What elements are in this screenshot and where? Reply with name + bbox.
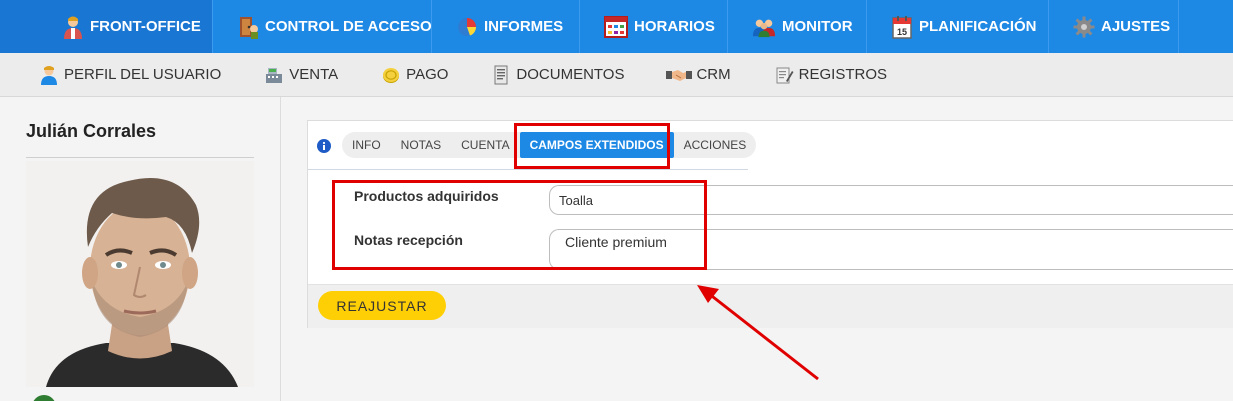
topnav-label: FRONT-OFFICE bbox=[90, 18, 201, 35]
handshake-icon bbox=[666, 64, 693, 86]
profile-sidebar: Julián Corrales bbox=[0, 97, 281, 401]
pie-chart-icon bbox=[456, 15, 478, 39]
topnav-informes[interactable]: INFORMES bbox=[432, 0, 580, 53]
avatar bbox=[26, 161, 254, 387]
subnav-label: CRM bbox=[696, 66, 731, 83]
topnav-label: CONTROL DE ACCESO bbox=[265, 18, 432, 35]
subnav-pago[interactable]: PAGO bbox=[380, 64, 448, 86]
tab-notas[interactable]: NOTAS bbox=[391, 132, 451, 158]
front-office-user-icon bbox=[62, 15, 84, 39]
topnav-planificacion[interactable]: 15 PLANIFICACIÓN bbox=[867, 0, 1049, 53]
document-icon bbox=[490, 64, 512, 86]
subnav-documentos[interactable]: DOCUMENTOS bbox=[490, 64, 624, 86]
user-profile-icon bbox=[38, 64, 60, 86]
topnav-label: AJUSTES bbox=[1101, 18, 1171, 35]
coin-icon bbox=[380, 64, 402, 86]
tab-campos-extendidos[interactable]: CAMPOS EXTENDIDOS bbox=[519, 132, 674, 158]
subnav-label: PAGO bbox=[406, 66, 449, 83]
top-navigation: FRONT-OFFICE CONTROL DE ACCESO INFORMES … bbox=[0, 0, 1233, 61]
log-edit-icon bbox=[773, 64, 795, 86]
calendar-day-icon: 15 bbox=[891, 15, 913, 39]
subnav-registros[interactable]: REGISTROS bbox=[773, 64, 887, 86]
sub-navigation: PERFIL DEL USUARIO VENTA PAGO DOCUMENTOS… bbox=[0, 53, 1233, 97]
notas-recepcion-textarea[interactable] bbox=[549, 229, 1233, 270]
tab-acciones[interactable]: ACCIONES bbox=[674, 132, 757, 158]
extended-fields-card: INFO NOTAS CUENTA CAMPOS EXTENDIDOS ACCI… bbox=[307, 120, 1233, 328]
subnav-crm[interactable]: CRM bbox=[666, 64, 731, 86]
calendar-grid-icon bbox=[604, 15, 628, 39]
topnav-horarios[interactable]: HORARIOS bbox=[580, 0, 728, 53]
tab-cuenta[interactable]: CUENTA bbox=[451, 132, 519, 158]
topnav-ajustes[interactable]: AJUSTES bbox=[1049, 0, 1179, 53]
main-content: INFO NOTAS CUENTA CAMPOS EXTENDIDOS ACCI… bbox=[282, 97, 1233, 401]
profile-name: Julián Corrales bbox=[26, 121, 157, 141]
topnav-monitor[interactable]: MONITOR bbox=[728, 0, 867, 53]
subnav-label: PERFIL DEL USUARIO bbox=[64, 66, 222, 83]
topnav-label: MONITOR bbox=[782, 18, 853, 35]
status-indicator bbox=[32, 395, 56, 401]
subnav-label: REGISTROS bbox=[798, 66, 887, 83]
users-group-icon bbox=[752, 15, 776, 39]
access-control-icon bbox=[237, 15, 259, 39]
divider bbox=[26, 157, 254, 158]
reset-button[interactable]: REAJUSTAR bbox=[318, 291, 446, 320]
tab-underline bbox=[308, 169, 748, 170]
topnav-label: HORARIOS bbox=[634, 18, 715, 35]
tab-info[interactable]: INFO bbox=[342, 132, 391, 158]
tab-bar: INFO NOTAS CUENTA CAMPOS EXTENDIDOS ACCI… bbox=[342, 132, 757, 158]
topnav-label: PLANIFICACIÓN bbox=[919, 18, 1037, 35]
subnav-venta[interactable]: VENTA bbox=[263, 64, 338, 86]
field-label-notas: Notas recepción bbox=[354, 232, 463, 248]
cash-register-icon bbox=[263, 64, 285, 86]
info-icon[interactable] bbox=[317, 139, 331, 153]
subnav-label: DOCUMENTOS bbox=[516, 66, 625, 83]
field-label-productos: Productos adquiridos bbox=[354, 188, 499, 204]
subnav-label: VENTA bbox=[289, 66, 339, 83]
svg-text:15: 15 bbox=[897, 27, 907, 37]
productos-input[interactable] bbox=[549, 185, 1233, 215]
gear-icon bbox=[1073, 15, 1095, 39]
topnav-front-office[interactable]: FRONT-OFFICE bbox=[0, 0, 213, 61]
card-footer: REAJUSTAR bbox=[308, 284, 1233, 328]
topnav-access-control[interactable]: CONTROL DE ACCESO bbox=[213, 0, 432, 53]
subnav-perfil-usuario[interactable]: PERFIL DEL USUARIO bbox=[38, 64, 221, 86]
topnav-label: INFORMES bbox=[484, 18, 564, 35]
